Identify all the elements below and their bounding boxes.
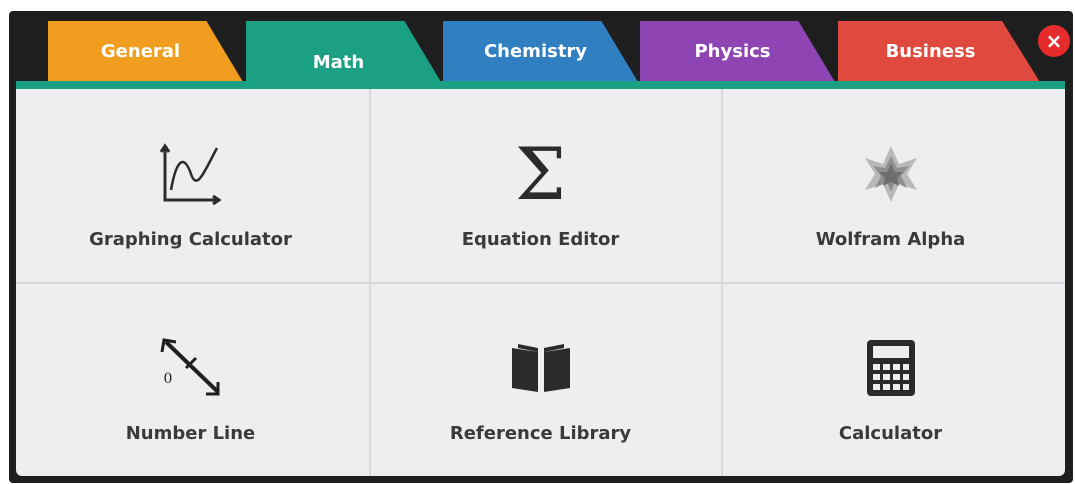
sigma-symbol: Σ bbox=[515, 132, 566, 216]
tool-wolfram-alpha[interactable]: Wolfram Alpha bbox=[716, 89, 1065, 282]
tab-chemistry[interactable]: Chemistry bbox=[443, 21, 641, 87]
tool-calculator[interactable]: Calculator bbox=[716, 283, 1065, 476]
tool-number-line[interactable]: 0 Number Line bbox=[16, 283, 365, 476]
close-button[interactable]: × bbox=[1038, 25, 1070, 57]
tool-label: Graphing Calculator bbox=[89, 229, 292, 250]
tab-general[interactable]: General bbox=[48, 21, 246, 87]
sigma-icon: Σ bbox=[515, 132, 566, 216]
tab-physics[interactable]: Physics bbox=[640, 21, 838, 87]
tab-label: Business bbox=[885, 40, 976, 62]
calculator-icon bbox=[865, 333, 917, 403]
tab-math[interactable]: Math bbox=[246, 21, 444, 87]
close-icon: × bbox=[1045, 29, 1063, 53]
tab-bar: General Math Chemistry Physics Business bbox=[0, 11, 1075, 87]
tab-label: General bbox=[100, 40, 181, 62]
number-line-zero: 0 bbox=[163, 371, 173, 387]
tab-label: Chemistry bbox=[483, 40, 588, 62]
tool-reference-library[interactable]: Reference Library bbox=[366, 283, 715, 476]
tab-business[interactable]: Business bbox=[838, 21, 1043, 87]
book-icon bbox=[510, 333, 572, 403]
tool-label: Reference Library bbox=[449, 423, 632, 444]
tool-graphing-calculator[interactable]: Graphing Calculator bbox=[16, 89, 365, 282]
tab-label: Math bbox=[312, 51, 365, 73]
tools-panel: Graphing Calculator Σ Equation Editor Wo… bbox=[16, 89, 1065, 476]
grid-divider bbox=[16, 282, 1065, 284]
tool-equation-editor[interactable]: Σ Equation Editor bbox=[366, 89, 715, 282]
active-tab-underline bbox=[16, 81, 1065, 89]
wolfram-icon bbox=[859, 139, 923, 209]
tab-label: Physics bbox=[694, 40, 771, 62]
tool-label: Equation Editor bbox=[461, 229, 620, 250]
tool-label: Wolfram Alpha bbox=[815, 229, 966, 250]
number-line-icon: 0 bbox=[156, 333, 226, 403]
tool-label: Number Line bbox=[125, 423, 256, 444]
graph-icon bbox=[159, 139, 223, 209]
tool-label: Calculator bbox=[838, 423, 943, 444]
